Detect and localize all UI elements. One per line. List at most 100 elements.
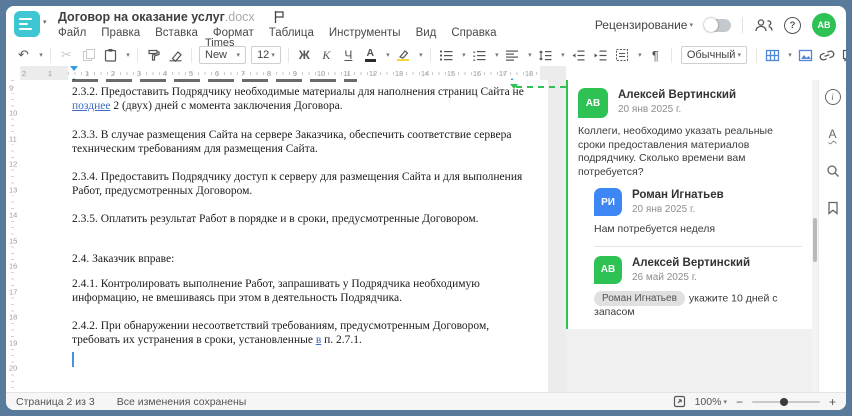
- logo-dropdown-caret-icon[interactable]: ▾: [43, 18, 47, 26]
- cut-button[interactable]: ✂: [56, 45, 77, 65]
- paragraph-2-4[interactable]: 2.4. Заказчик вправе:: [72, 252, 534, 266]
- insert-link-button[interactable]: [817, 45, 838, 65]
- spellcheck-button[interactable]: А: [824, 125, 842, 143]
- comments-scrollbar-thumb[interactable]: [813, 218, 817, 262]
- user-avatar[interactable]: АВ: [812, 13, 836, 37]
- format-painter-button[interactable]: [143, 45, 164, 65]
- mention-chip[interactable]: Роман Игнатьев: [594, 290, 685, 306]
- paragraph-borders-button[interactable]: [612, 45, 633, 65]
- increase-indent-button[interactable]: [590, 45, 611, 65]
- caret-icon: ▾: [271, 52, 275, 59]
- font-color-bar: [364, 59, 376, 63]
- line-spacing-button[interactable]: [535, 45, 556, 65]
- paste-button[interactable]: [100, 45, 121, 65]
- favorite-flag-icon[interactable]: [273, 10, 285, 24]
- tracked-insertion: позднее: [72, 100, 111, 112]
- align-caret-icon[interactable]: ▾: [524, 45, 534, 65]
- ruler-number: 8: [266, 69, 272, 78]
- bold-button[interactable]: Ж: [294, 45, 315, 65]
- menu-item-2[interactable]: Вставка: [155, 27, 198, 39]
- font-color-button[interactable]: А: [360, 45, 381, 65]
- zoom-slider-thumb[interactable]: [779, 397, 788, 406]
- ruler-number: 2: [110, 69, 116, 78]
- fit-width-button[interactable]: [673, 395, 686, 408]
- review-toggle[interactable]: [704, 18, 731, 32]
- font-name-select[interactable]: Times New ... ▾: [199, 37, 247, 73]
- italic-button[interactable]: К: [316, 45, 337, 65]
- copy-button[interactable]: [78, 45, 99, 65]
- zoom-level-select[interactable]: 100% ▾: [695, 396, 727, 408]
- review-mode-button[interactable]: Рецензирование ▾: [595, 18, 693, 32]
- vertical-ruler: 9 10 11 12 13 14 15 16 17 18 19 20: [6, 80, 20, 392]
- show-paragraph-marks-button[interactable]: ¶: [645, 45, 666, 65]
- ruler-margin-zone-right: [540, 66, 566, 80]
- paragraph-text: п. 2.7.1.: [321, 334, 362, 346]
- paste-dropdown-caret-icon[interactable]: ▾: [122, 45, 132, 65]
- ruler-margin-zone: [20, 66, 68, 80]
- zoom-out-button[interactable]: −: [736, 395, 743, 409]
- search-button[interactable]: [824, 162, 842, 180]
- comment-avatar: АВ: [594, 255, 622, 284]
- bookmark-icon: [827, 201, 838, 215]
- comment-date: 20 янв 2025 г.: [632, 204, 696, 215]
- menu-item-5[interactable]: Инструменты: [329, 27, 401, 39]
- insert-image-button[interactable]: [795, 45, 816, 65]
- about-info-button[interactable]: i: [824, 88, 842, 106]
- undo-button[interactable]: ↶: [13, 45, 34, 65]
- app-logo-icon[interactable]: [14, 11, 40, 37]
- paragraph-text: 2.3.2. Предоставить Подрядчику необходим…: [72, 86, 524, 98]
- menu-item-7[interactable]: Справка: [451, 27, 496, 39]
- clear-formatting-eraser-button[interactable]: [165, 45, 186, 65]
- underline-button[interactable]: Ч: [338, 45, 359, 65]
- font-color-caret-icon[interactable]: ▾: [382, 45, 392, 65]
- undo-dropdown-caret-icon[interactable]: ▾: [35, 45, 45, 65]
- insert-comment-button[interactable]: [839, 45, 846, 65]
- numbered-list-button[interactable]: [469, 45, 490, 65]
- paragraph-style-select[interactable]: Обычный ▾: [680, 46, 747, 64]
- page-indicator[interactable]: Страница 2 из 3: [16, 396, 95, 408]
- insert-table-button[interactable]: [762, 45, 783, 65]
- caret-icon: ▾: [39, 52, 43, 59]
- paragraph-2-3-2[interactable]: 2.3.2. Предоставить Подрядчику необходим…: [72, 85, 534, 113]
- menu-item-4[interactable]: Таблица: [269, 27, 314, 39]
- clipped-text-line: [72, 79, 357, 82]
- bookmark-button[interactable]: [824, 199, 842, 217]
- search-icon: [826, 165, 839, 177]
- paragraph-2-3-4[interactable]: 2.3.4. Предоставить Подрядчику доступ к …: [72, 170, 534, 198]
- paragraph-style-value: Обычный: [686, 49, 736, 61]
- decrease-indent-button[interactable]: [568, 45, 589, 65]
- table-caret-icon[interactable]: ▾: [784, 45, 794, 65]
- bullet-list-button[interactable]: [436, 45, 457, 65]
- paragraph-2-3-5[interactable]: 2.3.5. Оплатить результат Работ в порядк…: [72, 212, 534, 226]
- text-cursor: [72, 352, 74, 367]
- line-spacing-caret-icon[interactable]: ▾: [557, 45, 567, 65]
- ruler-number: 10: [9, 107, 18, 119]
- menu-item-1[interactable]: Правка: [101, 27, 140, 39]
- paragraph-2-3-3[interactable]: 2.3.3. В случае размещения Сайта на серв…: [72, 128, 534, 156]
- ruler-number: 15: [9, 235, 18, 247]
- paragraph-2-4-2[interactable]: 2.4.2. При обнаружении несоответствий тр…: [72, 319, 534, 347]
- paragraph-2-4-1[interactable]: 2.4.1. Контролировать выполнение Работ, …: [72, 277, 534, 305]
- comment-thread[interactable]: АВ Алексей Вертинский 20 янв 2025 г. Кол…: [566, 80, 812, 329]
- zoom-slider[interactable]: [751, 397, 820, 406]
- header-divider: [742, 17, 743, 33]
- toolbar-separator: [191, 47, 192, 63]
- borders-caret-icon[interactable]: ▾: [634, 45, 644, 65]
- numbered-list-caret-icon[interactable]: ▾: [491, 45, 501, 65]
- zoom-in-button[interactable]: +: [829, 395, 836, 409]
- help-icon[interactable]: ?: [784, 16, 801, 34]
- caret-icon: ▾: [386, 52, 390, 59]
- menu-item-6[interactable]: Вид: [416, 27, 437, 39]
- highlight-color-button[interactable]: [393, 45, 414, 65]
- info-icon: i: [824, 89, 841, 105]
- ruler-number: 12: [9, 158, 18, 170]
- collaboration-users-icon[interactable]: [754, 18, 773, 33]
- align-left-button[interactable]: [502, 45, 523, 65]
- font-size-select[interactable]: 12 ▾: [251, 46, 281, 64]
- highlight-caret-icon[interactable]: ▾: [415, 45, 425, 65]
- ruler-number: 11: [9, 133, 17, 145]
- cut-icon: ✂: [61, 47, 72, 62]
- menu-item-0[interactable]: Файл: [58, 27, 86, 39]
- comment-text: Нам потребуется неделя: [594, 223, 716, 235]
- bullet-list-caret-icon[interactable]: ▾: [458, 45, 468, 65]
